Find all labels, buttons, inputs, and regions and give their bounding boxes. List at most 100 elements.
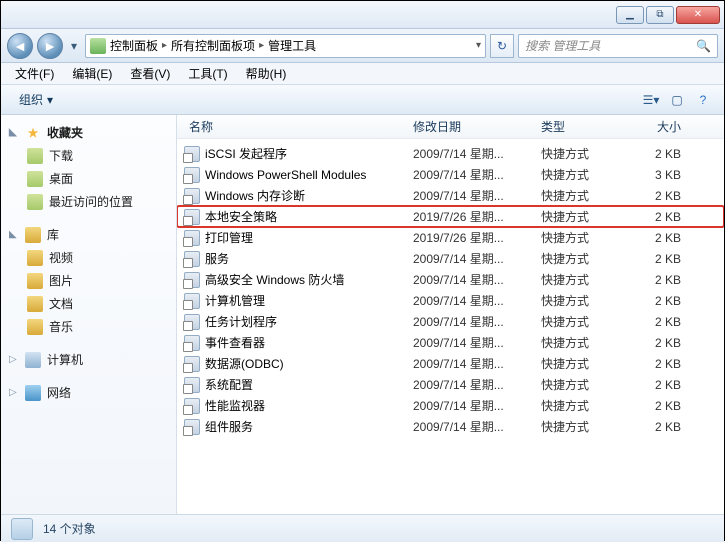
column-name[interactable]: 名称 [183, 118, 413, 135]
close-button[interactable]: ✕ [676, 6, 720, 24]
sidebar-network: ▷ 网络 [5, 381, 172, 404]
menu-help[interactable]: 帮助(H) [238, 63, 295, 84]
sidebar-item-desktop[interactable]: 桌面 [5, 167, 172, 190]
address-bar[interactable]: 控制面板 ▸ 所有控制面板项 ▸ 管理工具 ▾ [85, 34, 486, 58]
sidebar-computer-head[interactable]: ▷ 计算机 [5, 348, 172, 371]
back-button[interactable]: ◄ [7, 33, 33, 59]
sidebar-libraries-head[interactable]: ◣ 库 [5, 223, 172, 246]
shortcut-icon [183, 335, 201, 351]
sidebar-item-documents[interactable]: 文档 [5, 292, 172, 315]
sidebar-item-label: 视频 [49, 249, 73, 266]
file-name: 打印管理 [205, 229, 413, 246]
sidebar-item-recent[interactable]: 最近访问的位置 [5, 190, 172, 213]
search-icon[interactable]: 🔍 [696, 39, 711, 53]
file-size: 2 KB [631, 273, 691, 287]
sidebar-item-label: 最近访问的位置 [49, 193, 133, 210]
list-item[interactable]: 本地安全策略2019/7/26 星期...快捷方式2 KB [177, 206, 724, 227]
list-item[interactable]: Windows PowerShell Modules2009/7/14 星期..… [177, 164, 724, 185]
crumb-2[interactable]: 管理工具 [268, 37, 316, 54]
file-date: 2009/7/14 星期... [413, 376, 541, 393]
minimize-button[interactable]: ▁ [616, 6, 644, 24]
menu-edit[interactable]: 编辑(E) [64, 63, 120, 84]
list-item[interactable]: 性能监视器2009/7/14 星期...快捷方式2 KB [177, 395, 724, 416]
column-date[interactable]: 修改日期 [413, 118, 541, 135]
file-name: 计算机管理 [205, 292, 413, 309]
file-size: 2 KB [631, 399, 691, 413]
file-date: 2009/7/14 星期... [413, 271, 541, 288]
file-type: 快捷方式 [541, 334, 631, 351]
file-name: 本地安全策略 [205, 208, 413, 225]
folder-icon [27, 171, 43, 187]
status-text: 14 个对象 [43, 520, 96, 537]
menu-view[interactable]: 查看(V) [122, 63, 178, 84]
sidebar-item-videos[interactable]: 视频 [5, 246, 172, 269]
menu-tools[interactable]: 工具(T) [180, 63, 235, 84]
column-type[interactable]: 类型 [541, 118, 631, 135]
file-size: 2 KB [631, 336, 691, 350]
organize-button[interactable]: 组织 ▾ [9, 87, 63, 112]
list-item[interactable]: 组件服务2009/7/14 星期...快捷方式2 KB [177, 416, 724, 437]
file-name: 服务 [205, 250, 413, 267]
address-dropdown-icon[interactable]: ▾ [476, 40, 481, 51]
shortcut-icon [183, 293, 201, 309]
file-list: iSCSI 发起程序2009/7/14 星期...快捷方式2 KBWindows… [177, 139, 724, 441]
file-size: 2 KB [631, 315, 691, 329]
column-size[interactable]: 大小 [631, 118, 691, 135]
sidebar-item-label: 计算机 [47, 351, 83, 368]
list-item[interactable]: 数据源(ODBC)2009/7/14 星期...快捷方式2 KB [177, 353, 724, 374]
library-icon [27, 250, 43, 266]
list-item[interactable]: iSCSI 发起程序2009/7/14 星期...快捷方式2 KB [177, 143, 724, 164]
search-input[interactable]: 搜索 管理工具 🔍 [518, 34, 718, 58]
list-item[interactable]: 任务计划程序2009/7/14 星期...快捷方式2 KB [177, 311, 724, 332]
file-size: 2 KB [631, 378, 691, 392]
collapse-icon: ◣ [9, 229, 19, 240]
menu-file[interactable]: 文件(F) [7, 63, 62, 84]
file-date: 2009/7/14 星期... [413, 355, 541, 372]
forward-button[interactable]: ► [37, 33, 63, 59]
list-item[interactable]: Windows 内存诊断2009/7/14 星期...快捷方式2 KB [177, 185, 724, 206]
file-size: 3 KB [631, 168, 691, 182]
refresh-button[interactable]: ↻ [490, 34, 514, 58]
chevron-right-icon[interactable]: ▸ [162, 40, 167, 51]
menu-bar: 文件(F) 编辑(E) 查看(V) 工具(T) 帮助(H) [1, 63, 724, 85]
list-item[interactable]: 系统配置2009/7/14 星期...快捷方式2 KB [177, 374, 724, 395]
chevron-right-icon[interactable]: ▸ [259, 40, 264, 51]
toolbar: 组织 ▾ ☰▾ ▢ ? [1, 85, 724, 115]
help-button[interactable]: ? [690, 89, 716, 111]
nav-row: ◄ ► ▾ 控制面板 ▸ 所有控制面板项 ▸ 管理工具 ▾ ↻ 搜索 管理工具 … [1, 29, 724, 63]
file-type: 快捷方式 [541, 376, 631, 393]
computer-icon [25, 352, 41, 368]
sidebar-item-label: 文档 [49, 295, 73, 312]
list-item[interactable]: 打印管理2019/7/26 星期...快捷方式2 KB [177, 227, 724, 248]
file-size: 2 KB [631, 357, 691, 371]
sidebar-item-downloads[interactable]: 下载 [5, 144, 172, 167]
list-item[interactable]: 事件查看器2009/7/14 星期...快捷方式2 KB [177, 332, 724, 353]
crumb-0[interactable]: 控制面板 [110, 37, 158, 54]
library-icon [27, 319, 43, 335]
file-size: 2 KB [631, 231, 691, 245]
file-date: 2009/7/14 星期... [413, 292, 541, 309]
crumb-1[interactable]: 所有控制面板项 [171, 37, 255, 54]
list-item[interactable]: 计算机管理2009/7/14 星期...快捷方式2 KB [177, 290, 724, 311]
file-type: 快捷方式 [541, 187, 631, 204]
file-date: 2009/7/14 星期... [413, 397, 541, 414]
file-size: 2 KB [631, 147, 691, 161]
folder-icon [27, 148, 43, 164]
shortcut-icon [183, 209, 201, 225]
file-type: 快捷方式 [541, 166, 631, 183]
file-name: Windows 内存诊断 [205, 187, 413, 204]
history-dropdown[interactable]: ▾ [67, 34, 81, 58]
preview-pane-button[interactable]: ▢ [664, 89, 690, 111]
list-item[interactable]: 服务2009/7/14 星期...快捷方式2 KB [177, 248, 724, 269]
maximize-button[interactable]: ⧉ [646, 6, 674, 24]
list-item[interactable]: 高级安全 Windows 防火墙2009/7/14 星期...快捷方式2 KB [177, 269, 724, 290]
network-icon [25, 385, 41, 401]
sidebar-item-pictures[interactable]: 图片 [5, 269, 172, 292]
file-type: 快捷方式 [541, 208, 631, 225]
sidebar-favorites-head[interactable]: ◣ ★ 收藏夹 [5, 121, 172, 144]
sidebar-item-music[interactable]: 音乐 [5, 315, 172, 338]
breadcrumb[interactable]: 控制面板 ▸ 所有控制面板项 ▸ 管理工具 [110, 37, 316, 54]
file-date: 2009/7/14 星期... [413, 418, 541, 435]
sidebar-network-head[interactable]: ▷ 网络 [5, 381, 172, 404]
view-mode-button[interactable]: ☰▾ [638, 89, 664, 111]
